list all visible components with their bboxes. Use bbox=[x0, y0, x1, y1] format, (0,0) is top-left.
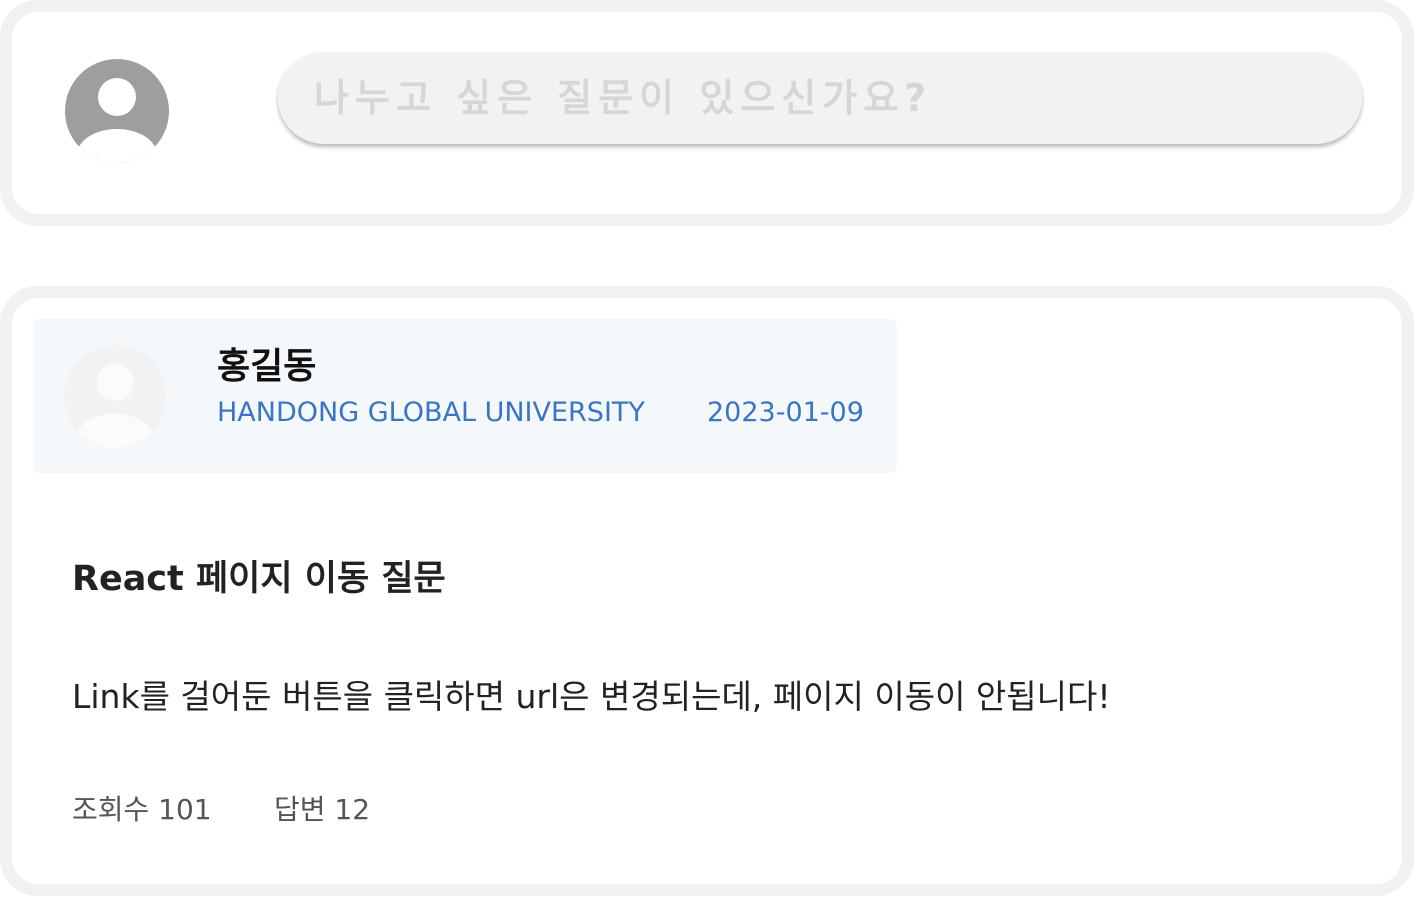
user-avatar-icon[interactable] bbox=[64, 345, 166, 447]
post-date: 2023-01-09 bbox=[707, 397, 864, 428]
question-composer-card bbox=[0, 0, 1414, 226]
post-title[interactable]: React 페이지 이동 질문 bbox=[72, 550, 446, 601]
view-count: 조회수 101 bbox=[72, 793, 212, 826]
answer-count[interactable]: 답변 12 bbox=[274, 788, 370, 828]
post-card[interactable]: 홍길동 HANDONG GLOBAL UNIVERSITY 2023-01-09… bbox=[0, 286, 1414, 896]
question-input[interactable] bbox=[278, 52, 1362, 144]
post-body: Link를 걸어둔 버튼을 클릭하면 url은 변경되는데, 페이지 이동이 안… bbox=[72, 677, 1111, 716]
author-school: HANDONG GLOBAL UNIVERSITY bbox=[217, 397, 645, 428]
post-author-header: 홍길동 HANDONG GLOBAL UNIVERSITY 2023-01-09 bbox=[33, 319, 897, 473]
author-name[interactable]: 홍길동 bbox=[217, 337, 316, 389]
user-avatar-icon[interactable] bbox=[65, 59, 169, 163]
